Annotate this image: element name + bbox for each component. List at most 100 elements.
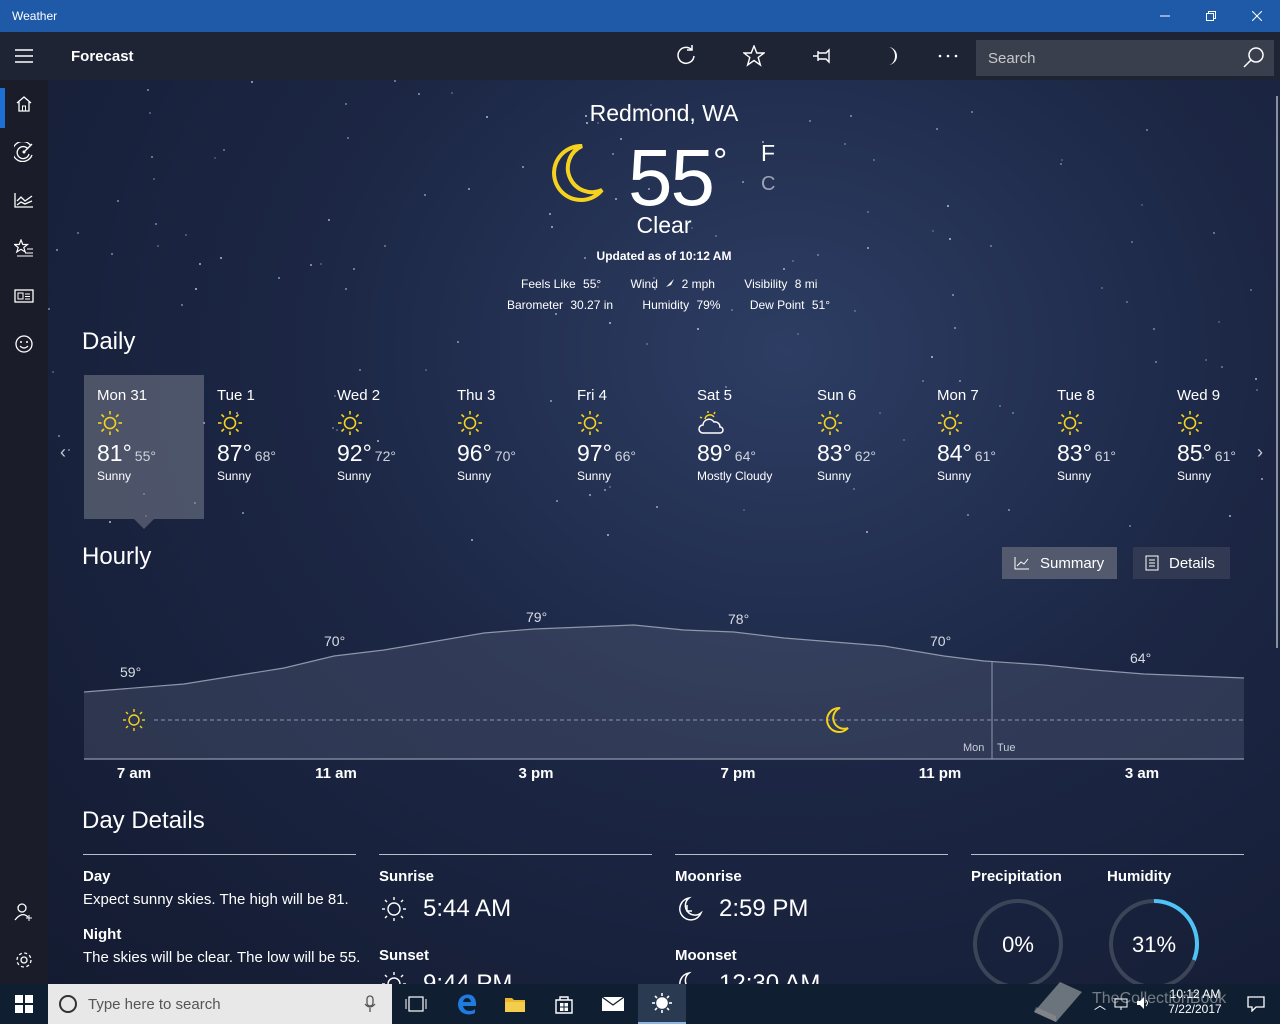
star-dot	[867, 211, 869, 213]
search-icon[interactable]	[1242, 46, 1266, 70]
divider	[379, 854, 652, 855]
star-dot	[77, 232, 79, 234]
theme-button[interactable]	[866, 32, 914, 80]
star-dot	[199, 263, 201, 265]
star-dot	[359, 369, 361, 371]
unit-celsius[interactable]: C	[761, 173, 775, 196]
minimize-button[interactable]	[1142, 0, 1188, 32]
microphone-icon[interactable]	[364, 995, 376, 1013]
news-icon	[14, 289, 34, 303]
daily-forecast-item[interactable]: Mon 31 81° 55° Sunny	[84, 375, 204, 519]
hamburger-menu-button[interactable]	[0, 32, 48, 80]
star-dot	[394, 80, 396, 82]
sun-icon	[1058, 411, 1082, 435]
network-icon[interactable]	[1114, 996, 1128, 1010]
daily-forecast-item[interactable]: Wed 9 85° 61° Sunny	[1164, 375, 1280, 519]
chart-line-icon	[1014, 557, 1029, 570]
daily-forecast-item[interactable]: Tue 8 83° 61° Sunny	[1044, 375, 1164, 519]
daily-title: Daily	[82, 328, 136, 355]
star-dot	[147, 89, 149, 91]
nav-feedback[interactable]	[0, 320, 48, 368]
vertical-scrollbar[interactable]	[1276, 96, 1278, 648]
nav-account[interactable]	[0, 888, 48, 936]
sun-icon	[1178, 411, 1202, 435]
daily-forecast-item[interactable]: Mon 7 84° 61° Sunny	[924, 375, 1044, 519]
humidity-label: Humidity	[642, 298, 690, 312]
weather-taskbar-button[interactable]	[638, 984, 686, 1024]
search-input[interactable]	[976, 49, 1226, 67]
taskbar: TheCollectionBook ︿ 10:12 AM 7/22/2017	[0, 982, 1280, 1024]
moon-icon	[888, 47, 897, 65]
volume-icon[interactable]	[1136, 996, 1150, 1010]
day-low-temp: 61°	[1214, 448, 1236, 464]
star-dot	[609, 322, 611, 324]
watermark-book-logo	[1034, 982, 1082, 1022]
star-icon	[743, 45, 765, 67]
sunset-icon	[382, 972, 406, 984]
daily-forecast-item[interactable]: Tue 1 87° 68° Sunny	[204, 375, 324, 519]
refresh-button[interactable]	[662, 32, 710, 80]
action-center-button[interactable]	[1232, 984, 1280, 1024]
taskbar-search-box[interactable]	[48, 984, 392, 1024]
hourly-title: Hourly	[82, 543, 152, 570]
star-dot	[181, 304, 183, 306]
refresh-icon	[677, 45, 695, 65]
daily-forecast-item[interactable]: Fri 4 97° 66° Sunny	[564, 375, 684, 519]
chart-icon	[14, 193, 33, 208]
unit-fahrenheit[interactable]: F	[761, 140, 775, 167]
divider	[83, 854, 356, 855]
star-dot	[320, 263, 322, 265]
day-forecast-text: Expect sunny skies. The high will be 81.	[83, 891, 349, 908]
close-button[interactable]	[1234, 0, 1280, 32]
nav-forecast[interactable]	[0, 80, 48, 128]
current-temperature: 55	[628, 133, 715, 222]
clock[interactable]: 10:12 AM 7/22/2017	[1165, 987, 1225, 1017]
star-dot	[947, 205, 949, 207]
daily-forecast-item[interactable]: Wed 2 92° 72° Sunny	[324, 375, 444, 519]
summary-button[interactable]: Summary	[1002, 547, 1117, 579]
daily-forecast-item[interactable]: Sat 5 89° 64° Mostly Cloudy	[684, 375, 804, 519]
nav-places[interactable]	[0, 224, 48, 272]
star-dot	[612, 153, 614, 155]
star-dot	[742, 181, 744, 183]
day-name: Wed 2	[337, 387, 381, 404]
nav-news[interactable]	[0, 272, 48, 320]
restore-button[interactable]	[1188, 0, 1234, 32]
file-explorer-taskbar-button[interactable]	[491, 984, 539, 1024]
clock-time: 10:12 AM	[1169, 987, 1221, 1001]
day-name: Thu 3	[457, 387, 496, 404]
details-button[interactable]: Details	[1133, 547, 1230, 579]
star-dot	[185, 234, 187, 236]
nav-settings[interactable]	[0, 936, 48, 984]
more-button[interactable]	[924, 32, 972, 80]
sun-icon	[578, 411, 602, 435]
star-dot	[646, 343, 648, 345]
left-nav	[0, 80, 48, 984]
daily-forecast-item[interactable]: Sun 6 83° 62° Sunny	[804, 375, 924, 519]
mail-taskbar-button[interactable]	[589, 984, 637, 1024]
home-icon	[16, 96, 32, 112]
nav-historical[interactable]	[0, 176, 48, 224]
star-dot	[151, 156, 153, 158]
favorite-button[interactable]	[730, 32, 778, 80]
search-box[interactable]	[976, 40, 1274, 76]
hour-label: 3 am	[1124, 765, 1160, 782]
chevron-up-icon[interactable]: ︿	[1094, 996, 1106, 1012]
store-taskbar-button[interactable]	[540, 984, 588, 1024]
taskbar-search-input[interactable]	[88, 995, 348, 1013]
hourly-temp-label: 59°	[120, 664, 141, 680]
task-view-button[interactable]	[392, 984, 440, 1024]
daily-forecast-item[interactable]: Thu 3 96° 70° Sunny	[444, 375, 564, 519]
pin-button[interactable]	[798, 32, 846, 80]
start-button[interactable]	[0, 984, 48, 1024]
day-high-temp: 84°	[937, 440, 972, 466]
star-dot	[954, 327, 956, 329]
star-dot	[1129, 525, 1131, 527]
day-high-temp: 83°	[1057, 440, 1092, 466]
hourly-temp-label: 78°	[728, 611, 749, 627]
moon-icon	[552, 144, 604, 202]
daily-prev-button[interactable]: ‹	[60, 442, 66, 463]
star-dot	[223, 149, 225, 151]
edge-taskbar-button[interactable]	[443, 984, 491, 1024]
nav-maps[interactable]	[0, 128, 48, 176]
